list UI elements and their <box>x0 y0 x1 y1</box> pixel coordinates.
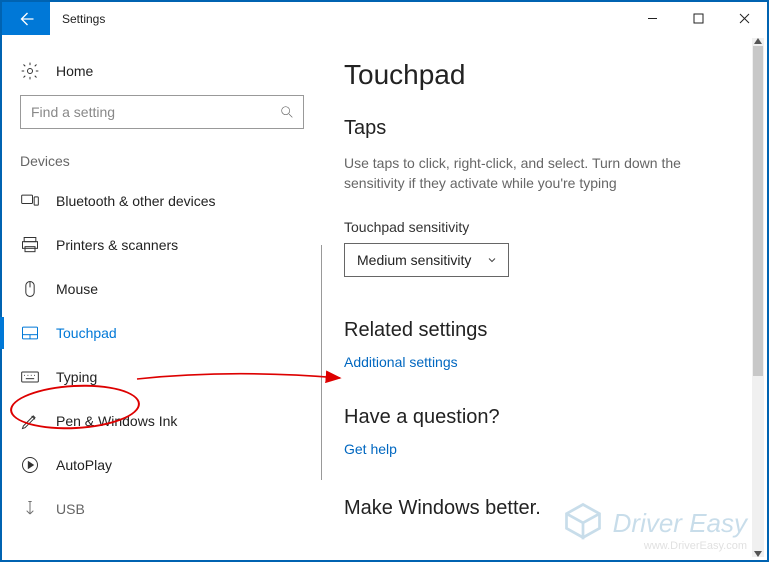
page-title: Touchpad <box>344 59 739 91</box>
touchpad-icon <box>20 323 40 343</box>
printer-icon <box>20 235 40 255</box>
sensitivity-select[interactable]: Medium sensitivity <box>344 243 509 277</box>
keyboard-icon <box>20 367 40 387</box>
additional-settings-link[interactable]: Additional settings <box>344 354 458 370</box>
sidebar-item-label: USB <box>56 501 85 517</box>
sensitivity-value: Medium sensitivity <box>357 252 471 268</box>
taps-description: Use taps to click, right-click, and sele… <box>344 154 704 193</box>
sidebar-item-label: Pen & Windows Ink <box>56 413 177 429</box>
sidebar-item-label: AutoPlay <box>56 457 112 473</box>
scrollbar[interactable] <box>752 38 764 557</box>
window-controls <box>629 2 767 35</box>
home-label: Home <box>56 63 93 79</box>
section-label: Devices <box>2 153 322 179</box>
scrollbar-thumb[interactable] <box>753 46 763 376</box>
gear-icon <box>20 61 40 81</box>
sidebar-item-mouse[interactable]: Mouse <box>2 267 322 311</box>
sidebar-item-bluetooth[interactable]: Bluetooth & other devices <box>2 179 322 223</box>
maximize-button[interactable] <box>675 2 721 35</box>
maximize-icon <box>693 13 704 24</box>
sidebar-item-touchpad[interactable]: Touchpad <box>2 311 322 355</box>
search-icon <box>279 104 295 120</box>
main-panel: Touchpad Taps Use taps to click, right-c… <box>322 35 767 560</box>
sidebar: Home Devices Bluetooth & other devices P… <box>2 35 322 560</box>
usb-icon <box>20 499 40 519</box>
close-icon <box>739 13 750 24</box>
arrow-left-icon <box>17 10 35 28</box>
search-input[interactable] <box>31 104 279 120</box>
minimize-button[interactable] <box>629 2 675 35</box>
close-button[interactable] <box>721 2 767 35</box>
sidebar-item-usb[interactable]: USB <box>2 487 322 519</box>
autoplay-icon <box>20 455 40 475</box>
vertical-divider <box>321 245 322 480</box>
sidebar-item-printers[interactable]: Printers & scanners <box>2 223 322 267</box>
question-heading: Have a question? <box>344 406 739 429</box>
related-heading: Related settings <box>344 319 739 342</box>
get-help-link[interactable]: Get help <box>344 441 397 457</box>
sensitivity-label: Touchpad sensitivity <box>344 219 739 235</box>
sidebar-item-pen[interactable]: Pen & Windows Ink <box>2 399 322 443</box>
devices-icon <box>20 191 40 211</box>
home-button[interactable]: Home <box>2 53 322 95</box>
scroll-up-icon[interactable] <box>752 36 764 46</box>
back-button[interactable] <box>2 2 50 35</box>
pen-icon <box>20 411 40 431</box>
chevron-down-icon <box>486 254 498 266</box>
sidebar-item-label: Printers & scanners <box>56 237 178 253</box>
nav-list: Bluetooth & other devices Printers & sca… <box>2 179 322 519</box>
mouse-icon <box>20 279 40 299</box>
sidebar-item-label: Touchpad <box>56 325 117 341</box>
sidebar-item-label: Typing <box>56 369 97 385</box>
sidebar-item-label: Bluetooth & other devices <box>56 193 216 209</box>
sidebar-item-label: Mouse <box>56 281 98 297</box>
sidebar-item-typing[interactable]: Typing <box>2 355 322 399</box>
scroll-down-icon[interactable] <box>752 549 764 559</box>
minimize-icon <box>647 13 658 24</box>
feedback-heading: Make Windows better. <box>344 497 739 520</box>
taps-heading: Taps <box>344 117 739 140</box>
titlebar: Settings <box>2 2 767 35</box>
window-title: Settings <box>50 2 117 35</box>
search-input-wrap[interactable] <box>20 95 304 129</box>
sidebar-item-autoplay[interactable]: AutoPlay <box>2 443 322 487</box>
